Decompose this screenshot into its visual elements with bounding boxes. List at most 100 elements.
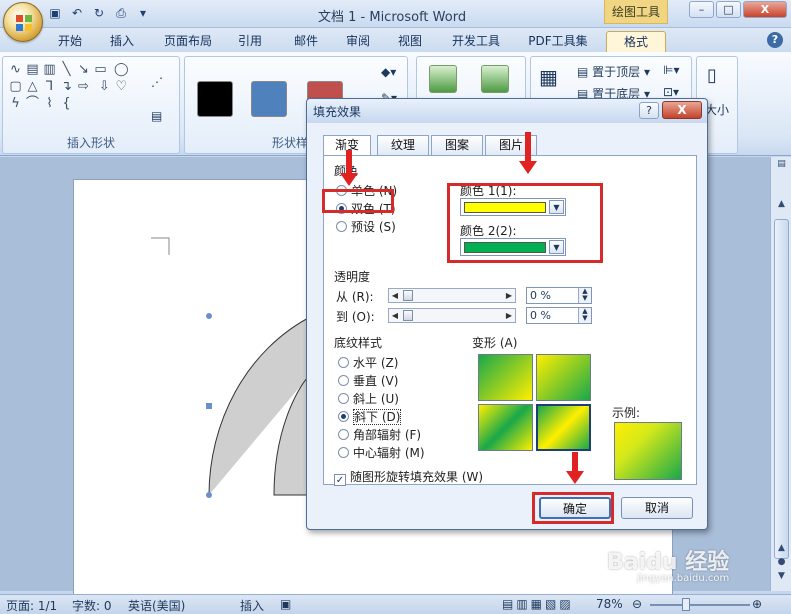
tab-home[interactable]: 开始	[50, 31, 90, 52]
to-slider[interactable]: ◀ ▶	[388, 308, 516, 323]
tab-review[interactable]: 审阅	[336, 31, 380, 52]
close-button[interactable]: X	[743, 1, 787, 18]
textbox-small-icon[interactable]: ▤	[151, 109, 162, 123]
down-arrow-icon[interactable]: ⇩	[96, 78, 113, 95]
spin-arrows-icon[interactable]: ▲ ▼	[578, 308, 591, 323]
slider-left-icon[interactable]: ◀	[390, 289, 400, 302]
position-icon[interactable]: ▦	[539, 65, 558, 89]
zoom-in-icon[interactable]: ⊕	[752, 597, 762, 611]
diagonal-up-radio[interactable]: 斜上 (U)	[338, 390, 399, 407]
from-corner-radio[interactable]: 角部辐射 (F)	[338, 426, 421, 443]
word-count[interactable]: 字数: 0	[72, 597, 112, 614]
rectangle-icon[interactable]: ▭	[92, 61, 109, 78]
help-icon[interactable]: ?	[767, 32, 783, 48]
view-buttons[interactable]: ▤▥▦▧▨	[502, 597, 574, 611]
scroll-thumb[interactable]	[774, 219, 789, 559]
oval-icon[interactable]: ◯	[113, 61, 130, 78]
macro-record-icon[interactable]: ▣	[280, 597, 291, 611]
slider-thumb[interactable]	[403, 290, 413, 301]
elbow-connector-icon[interactable]: ⅂	[41, 78, 58, 95]
align-icon[interactable]: ⊫▾	[663, 63, 679, 77]
dialog-help-button[interactable]: ?	[639, 102, 659, 119]
rotate-with-shape-checkbox[interactable]: ✓ 随图形旋转填充效果 (W)	[334, 468, 483, 486]
page-count[interactable]: 页面: 1/1	[6, 597, 57, 614]
freeform-icon[interactable]: ∿	[7, 61, 24, 78]
zoom-level[interactable]: 78%	[596, 597, 623, 611]
undo-icon[interactable]: ↶	[68, 5, 86, 22]
rounded-rect-icon[interactable]: ▢	[7, 78, 24, 95]
browse-object-icon[interactable]: ●	[774, 557, 789, 571]
insert-mode[interactable]: 插入	[240, 597, 264, 614]
tab-view[interactable]: 视图	[388, 31, 432, 52]
right-arrow-icon[interactable]: ⇨	[75, 78, 92, 95]
tab-references[interactable]: 引用	[228, 31, 272, 52]
cancel-button[interactable]: 取消	[621, 497, 693, 519]
maximize-button[interactable]: □	[716, 1, 741, 18]
style-swatch-black[interactable]	[197, 81, 233, 117]
color1-picker[interactable]: ▼	[460, 198, 566, 216]
dropdown-arrow-icon[interactable]: ▼	[549, 240, 564, 254]
tab-insert[interactable]: 插入	[100, 31, 144, 52]
curve-icon[interactable]: ⌒	[24, 95, 41, 112]
vertical-radio[interactable]: 垂直 (V)	[338, 372, 398, 389]
save-icon[interactable]: ▣	[46, 5, 64, 22]
tab-developer[interactable]: 开发工具	[444, 31, 508, 52]
spin-arrows-icon[interactable]: ▲ ▼	[578, 288, 591, 303]
customize-qat-icon[interactable]: ▾	[134, 5, 152, 22]
bring-to-front-button[interactable]: ▤ 置于顶层 ▾	[577, 63, 650, 80]
dialog-close-button[interactable]: X	[662, 101, 702, 119]
zoom-slider-thumb[interactable]	[682, 598, 690, 611]
variant-1[interactable]	[478, 354, 533, 401]
ruler-toggle-icon[interactable]: ▤	[774, 159, 789, 173]
shapes-gallery[interactable]: ∿ ▤ ▥ ╲ ↘ ▭ ◯ ▢ △ ⅂ ↴ ⇨ ⇩ ♡ ϟ ⌒ ⌇{	[7, 61, 137, 112]
slider-right-icon[interactable]: ▶	[504, 309, 514, 322]
group-icon[interactable]: ⊡▾	[663, 85, 679, 99]
preset-radio[interactable]: 预设 (S)	[336, 218, 396, 235]
edit-shape-icon[interactable]: ⋰	[151, 75, 163, 89]
line-icon[interactable]: ╲	[58, 61, 75, 78]
slider-left-icon[interactable]: ◀	[390, 309, 400, 322]
dropdown-arrow-icon[interactable]: ▼	[549, 200, 564, 214]
heart-icon[interactable]: ♡	[113, 78, 130, 95]
language-indicator[interactable]: 英语(美国)	[128, 597, 185, 614]
tab-page-layout[interactable]: 页面布局	[156, 31, 220, 52]
shape-handle[interactable]	[206, 492, 212, 498]
two-colors-radio[interactable]: 双色 (T)	[336, 200, 396, 217]
lightning-icon[interactable]: ϟ	[7, 95, 24, 112]
office-button[interactable]	[3, 2, 43, 42]
vertical-scrollbar[interactable]: ▤ ▲ ▲ ● ▼	[770, 157, 791, 591]
fill-bucket-icon[interactable]: ◆▾	[381, 65, 396, 79]
prev-page-icon[interactable]: ▲	[774, 543, 789, 557]
variant-4-selected[interactable]	[536, 404, 591, 451]
tab-texture[interactable]: 纹理	[377, 135, 429, 155]
textbox-icon[interactable]: ▤	[24, 61, 41, 78]
size-label[interactable]: 大小	[705, 101, 729, 118]
style-swatch-blue[interactable]	[251, 81, 287, 117]
next-page-icon[interactable]: ▼	[774, 571, 789, 585]
arc-shape[interactable]	[208, 314, 315, 496]
slider-right-icon[interactable]: ▶	[504, 289, 514, 302]
shape-handle[interactable]	[206, 403, 212, 409]
from-slider[interactable]: ◀ ▶	[388, 288, 516, 303]
variant-2[interactable]	[536, 354, 591, 401]
tab-mailings[interactable]: 邮件	[284, 31, 328, 52]
ok-button[interactable]: 确定	[539, 497, 611, 519]
to-value-input[interactable]: 0 % ▲ ▼	[526, 307, 592, 324]
redo-icon[interactable]: ↻	[90, 5, 108, 22]
triangle-icon[interactable]: △	[24, 78, 41, 95]
horizontal-radio[interactable]: 水平 (Z)	[338, 354, 398, 371]
from-value-input[interactable]: 0 % ▲ ▼	[526, 287, 592, 304]
slider-thumb[interactable]	[403, 310, 413, 321]
arrow-line-icon[interactable]: ↘	[75, 61, 92, 78]
wave-icon[interactable]: ⌇	[41, 95, 58, 112]
elbow-arrow-icon[interactable]: ↴	[58, 78, 75, 95]
shape-handle[interactable]	[206, 313, 212, 319]
vertical-textbox-icon[interactable]: ▥	[41, 61, 58, 78]
diagonal-down-radio[interactable]: 斜下 (D)	[338, 408, 402, 425]
color2-picker[interactable]: ▼	[460, 238, 566, 256]
zoom-slider[interactable]	[650, 604, 750, 606]
shadow-effects-icon[interactable]	[429, 65, 457, 93]
3d-effects-icon[interactable]	[481, 65, 509, 93]
size-icon[interactable]: ▯	[707, 65, 717, 86]
variant-3[interactable]	[478, 404, 533, 451]
